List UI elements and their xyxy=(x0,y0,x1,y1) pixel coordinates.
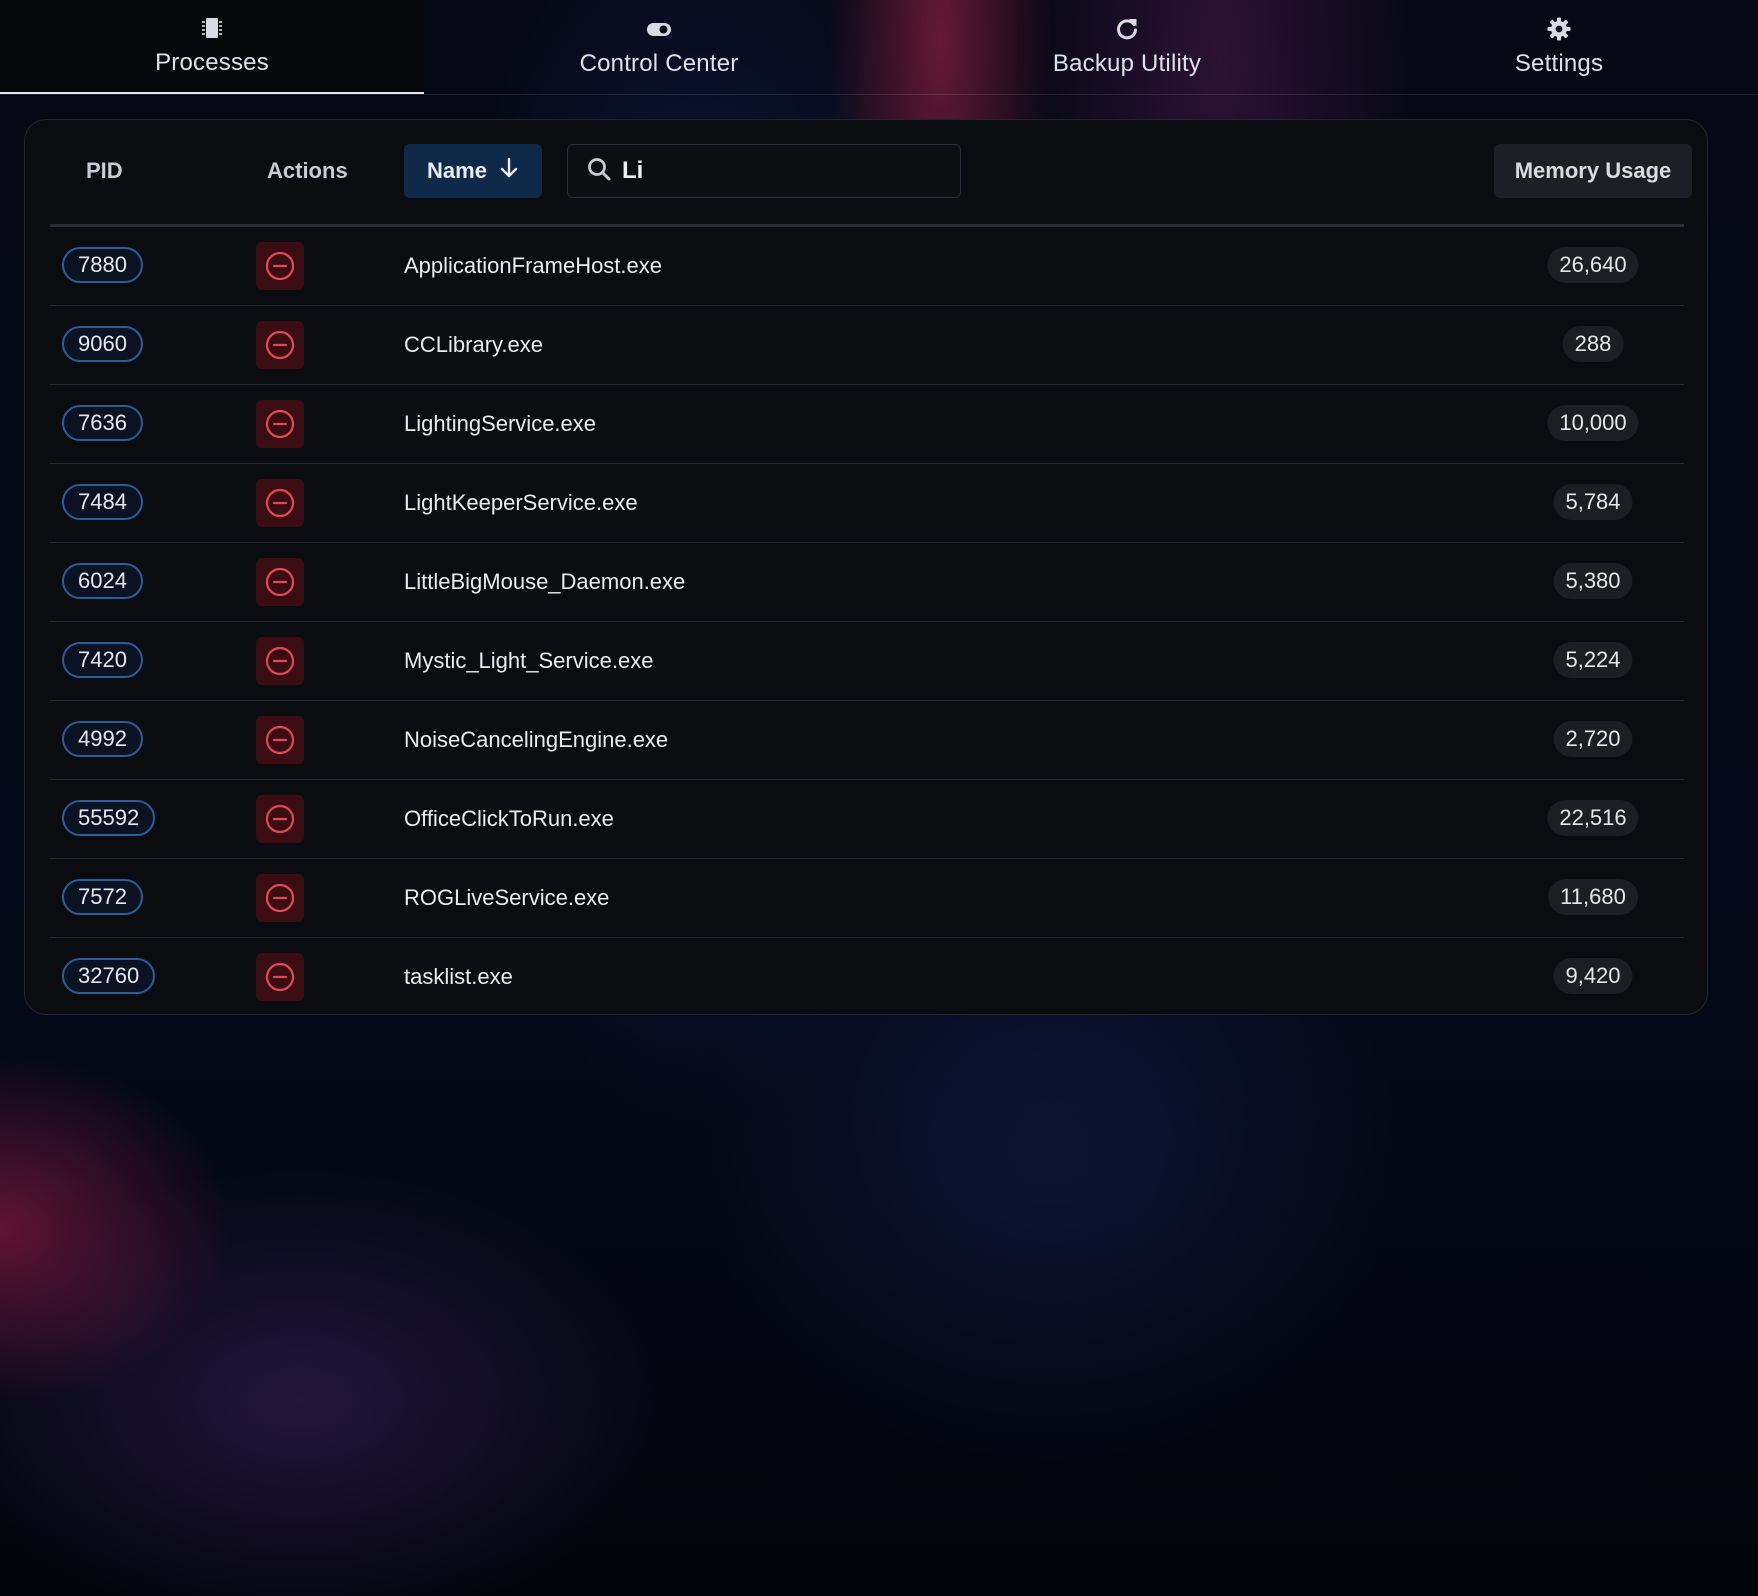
memory-badge: 2,720 xyxy=(1553,721,1633,757)
end-process-button[interactable] xyxy=(256,321,304,369)
minus-circle-icon xyxy=(265,330,295,360)
table-row: 7636 LightingService.exe 10,000 xyxy=(50,385,1684,464)
end-process-button[interactable] xyxy=(256,479,304,527)
arrow-down-icon xyxy=(499,157,519,185)
process-name: LittleBigMouse_Daemon.exe xyxy=(404,569,686,594)
process-name: CCLibrary.exe xyxy=(404,332,543,357)
process-name: OfficeClickToRun.exe xyxy=(404,806,614,831)
memory-badge: 288 xyxy=(1562,326,1624,362)
process-name: Mystic_Light_Service.exe xyxy=(404,648,654,673)
table-row: 9060 CCLibrary.exe 288 xyxy=(50,306,1684,385)
memory-column-label: Memory Usage xyxy=(1514,158,1672,183)
minus-circle-icon xyxy=(265,962,295,992)
tab-label: Settings xyxy=(1514,50,1604,77)
tab-processes[interactable]: Processes xyxy=(0,0,424,94)
minus-circle-icon xyxy=(265,567,295,597)
minus-circle-icon xyxy=(265,883,295,913)
end-process-button[interactable] xyxy=(256,242,304,290)
end-process-button[interactable] xyxy=(256,953,304,1001)
process-list: 7880 ApplicationFrameHost.exe 26,640 906… xyxy=(50,227,1684,1016)
search-input[interactable] xyxy=(622,157,942,185)
tab-backup-utility[interactable]: Backup Utility xyxy=(894,0,1360,94)
tab-label: Control Center xyxy=(579,50,739,77)
process-name: NoiseCancelingEngine.exe xyxy=(404,727,669,752)
search-icon xyxy=(586,156,612,187)
table-row: 32760 tasklist.exe 9,420 xyxy=(50,938,1684,1016)
chip-icon xyxy=(199,15,225,41)
process-name: ApplicationFrameHost.exe xyxy=(404,253,663,278)
minus-circle-icon xyxy=(265,409,295,439)
tab-label: Processes xyxy=(155,49,269,76)
table-row: 7572 ROGLiveService.exe 11,680 xyxy=(50,859,1684,938)
memory-usage-sort-button[interactable]: Memory Usage xyxy=(1494,144,1692,198)
memory-badge: 9,420 xyxy=(1553,958,1633,994)
pid-badge: 7420 xyxy=(62,642,143,678)
pid-column-header[interactable]: PID xyxy=(86,144,123,198)
pid-badge: 4992 xyxy=(62,721,143,757)
process-name: ROGLiveService.exe xyxy=(404,885,610,910)
memory-badge: 11,680 xyxy=(1548,879,1638,915)
tab-label: Backup Utility xyxy=(1052,50,1202,77)
memory-badge: 26,640 xyxy=(1547,247,1639,283)
process-name: tasklist.exe xyxy=(404,964,513,989)
process-table-panel: PID Actions Name Memory Usage xyxy=(24,119,1708,1015)
pid-badge: 7636 xyxy=(62,405,143,441)
end-process-button[interactable] xyxy=(256,637,304,685)
end-process-button[interactable] xyxy=(256,558,304,606)
table-row: 7880 ApplicationFrameHost.exe 26,640 xyxy=(50,227,1684,306)
memory-badge: 22,516 xyxy=(1547,800,1639,836)
table-row: 55592 OfficeClickToRun.exe 22,516 xyxy=(50,780,1684,859)
minus-circle-icon xyxy=(265,251,295,281)
minus-circle-icon xyxy=(265,725,295,755)
table-row: 7484 LightKeeperService.exe 5,784 xyxy=(50,464,1684,543)
minus-circle-icon xyxy=(265,646,295,676)
pid-badge: 32760 xyxy=(62,958,156,994)
refresh-icon xyxy=(1114,16,1140,42)
end-process-button[interactable] xyxy=(256,795,304,843)
minus-circle-icon xyxy=(265,804,295,834)
memory-badge: 5,380 xyxy=(1553,563,1633,599)
table-header: PID Actions Name Memory Usage xyxy=(50,144,1692,227)
pid-badge: 7572 xyxy=(62,879,143,915)
pid-badge: 7880 xyxy=(62,247,143,283)
end-process-button[interactable] xyxy=(256,874,304,922)
tab-settings[interactable]: Settings xyxy=(1360,0,1758,94)
minus-circle-icon xyxy=(265,488,295,518)
table-row: 4992 NoiseCancelingEngine.exe 2,720 xyxy=(50,701,1684,780)
pid-badge: 9060 xyxy=(62,326,143,362)
memory-badge: 5,784 xyxy=(1553,484,1633,520)
tab-control-center[interactable]: Control Center xyxy=(424,0,894,94)
actions-column-header: Actions xyxy=(267,158,348,183)
name-sort-button[interactable]: Name xyxy=(404,144,542,198)
gear-icon xyxy=(1546,16,1572,42)
pid-badge: 7484 xyxy=(62,484,143,520)
process-name: LightKeeperService.exe xyxy=(404,490,638,515)
pid-badge: 55592 xyxy=(62,800,156,836)
top-tab-bar: Processes Control Center Backup Utility xyxy=(0,0,1758,95)
table-row: 7420 Mystic_Light_Service.exe 5,224 xyxy=(50,622,1684,701)
memory-badge: 5,224 xyxy=(1553,642,1633,678)
search-box xyxy=(567,144,961,198)
name-column-label: Name xyxy=(427,158,487,183)
pid-badge: 6024 xyxy=(62,563,143,599)
memory-badge: 10,000 xyxy=(1547,405,1639,441)
end-process-button[interactable] xyxy=(256,716,304,764)
table-row: 6024 LittleBigMouse_Daemon.exe 5,380 xyxy=(50,543,1684,622)
end-process-button[interactable] xyxy=(256,400,304,448)
toggle-icon xyxy=(646,16,672,42)
process-name: LightingService.exe xyxy=(404,411,597,436)
